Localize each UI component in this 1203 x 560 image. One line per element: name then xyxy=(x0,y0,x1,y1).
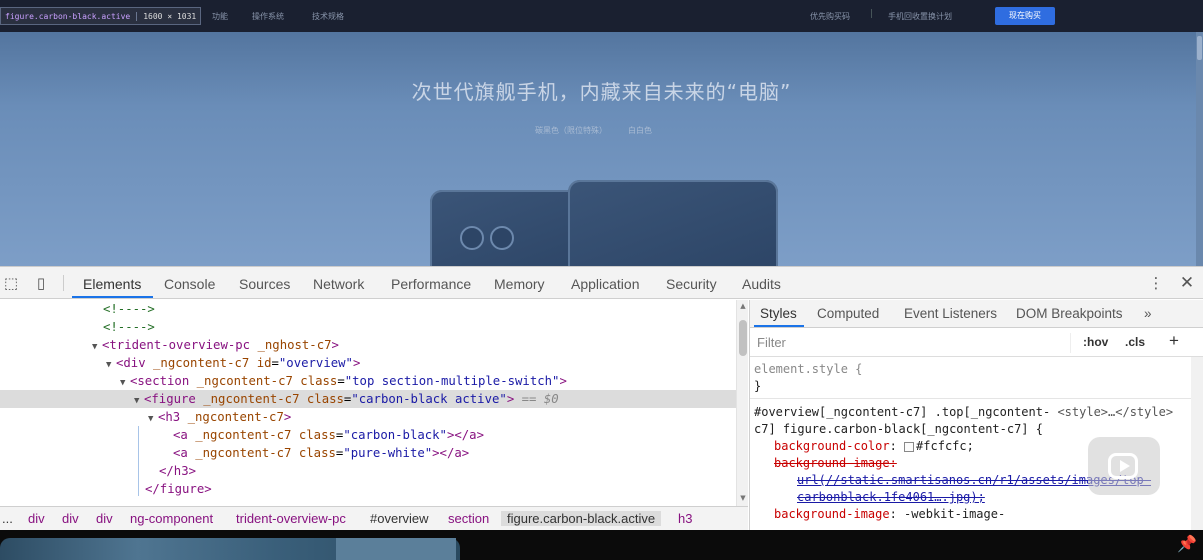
selected-node-ref: == $0 xyxy=(521,392,559,406)
phone-image-front xyxy=(568,180,778,266)
breadcrumb-h3[interactable]: h3 xyxy=(678,511,692,526)
tab-elements[interactable]: Elements xyxy=(83,276,141,292)
styles-sidebar: Styles Computed Event Listeners DOM Brea… xyxy=(749,300,1203,531)
website-viewport: figure.carbon-black.active 1600 × 1031 功… xyxy=(0,0,1203,266)
site-scrollbar-thumb[interactable] xyxy=(1197,36,1202,60)
tab-network[interactable]: Network xyxy=(313,276,364,292)
css-prop-background-color[interactable]: background-color xyxy=(774,439,890,453)
site-scrollbar[interactable] xyxy=(1196,32,1203,266)
tree-node-comment[interactable]: <!----> xyxy=(0,300,736,318)
video-progress-strip[interactable]: 📌 xyxy=(0,530,1203,560)
tab-computed[interactable]: Computed xyxy=(817,306,879,321)
tree-node-trident-overview-pc[interactable]: ▼ <trident-overview-pc _nghost-c7> xyxy=(0,336,736,354)
tab-styles[interactable]: Styles xyxy=(760,306,797,321)
tree-indent-guide xyxy=(138,426,139,496)
breadcrumb-div[interactable]: div xyxy=(28,511,45,526)
breadcrumb-trident-overview-pc[interactable]: trident-overview-pc xyxy=(236,511,346,526)
more-tabs-icon[interactable]: » xyxy=(1144,306,1152,321)
elements-dom-tree: <!----> <!----> ▼ <trident-overview-pc _n… xyxy=(0,300,748,506)
devtools-panel: ⬚ ▯ Elements Console Sources Network Per… xyxy=(0,266,1203,531)
elements-scrollbar-thumb[interactable] xyxy=(739,320,747,356)
inspect-tooltip-size: 1600 × 1031 xyxy=(136,11,196,21)
tab-performance[interactable]: Performance xyxy=(391,276,471,292)
tree-node-h3[interactable]: ▼ <h3 _ngcontent-c7> xyxy=(0,408,736,426)
rule-source-link[interactable]: <style>…</style> xyxy=(1057,405,1173,419)
inspect-tooltip-selector: figure.carbon-black.active xyxy=(5,11,131,21)
tree-node-section[interactable]: ▼ <section _ngcontent-c7 class="top secti… xyxy=(0,372,736,390)
rule-divider xyxy=(750,398,1203,399)
camera-lens-icon xyxy=(460,226,484,250)
breadcrumb-div[interactable]: div xyxy=(62,511,79,526)
add-rule-icon[interactable]: + xyxy=(1169,331,1179,351)
tab-memory[interactable]: Memory xyxy=(494,276,545,292)
tree-node-h3-close[interactable]: </h3> xyxy=(0,462,736,480)
devtools-tab-bar: ⬚ ▯ Elements Console Sources Network Per… xyxy=(0,267,1203,299)
tree-node-figure-selected[interactable]: ▼ <figure _ngcontent-c7 class="carbon-bla… xyxy=(0,390,736,408)
nav-link-trade-in[interactable]: 手机回收置换计划 xyxy=(888,11,952,22)
tab-sources[interactable]: Sources xyxy=(239,276,290,292)
site-nav-bar: figure.carbon-black.active 1600 × 1031 功… xyxy=(0,0,1203,32)
tab-audits[interactable]: Audits xyxy=(742,276,781,292)
breadcrumb-section[interactable]: section xyxy=(448,511,489,526)
color-option-carbon-black[interactable]: 碳黑色（限位特殊） xyxy=(535,125,607,136)
buy-now-button[interactable]: 现在购买 xyxy=(995,7,1055,25)
tree-node-comment[interactable]: <!----> xyxy=(0,318,736,336)
hover-state-toggle[interactable]: :hov xyxy=(1083,335,1108,349)
styles-scrollbar[interactable] xyxy=(1191,357,1203,531)
tree-node-div-overview[interactable]: ▼ <div _ngcontent-c7 id="overview"> xyxy=(0,354,736,372)
nav-divider: | xyxy=(870,9,874,19)
inspect-tooltip: figure.carbon-black.active 1600 × 1031 xyxy=(0,7,202,25)
styles-filter-bar: Filter :hov .cls + xyxy=(750,329,1203,357)
nav-link-os[interactable]: 操作系统 xyxy=(252,11,284,22)
tree-node-a-pure-white[interactable]: <a _ngcontent-c7 class="pure-white"></a> xyxy=(0,444,736,462)
scroll-down-icon[interactable]: ▼ xyxy=(739,494,747,502)
pin-icon[interactable]: 📌 xyxy=(1177,534,1197,553)
kebab-menu-icon[interactable]: ⋮ xyxy=(1146,273,1166,293)
css-prop-background-image-overridden[interactable]: background-image xyxy=(774,456,890,470)
tree-node-a-carbon-black[interactable]: <a _ngcontent-c7 class="carbon-black"></… xyxy=(0,426,736,444)
element-style-close: } xyxy=(754,379,762,393)
color-option-white[interactable]: 白白色 xyxy=(628,125,652,136)
nav-link-specs[interactable]: 技术规格 xyxy=(312,11,344,22)
tab-application[interactable]: Application xyxy=(571,276,640,292)
close-icon[interactable]: ✕ xyxy=(1177,273,1197,293)
css-val-background-color[interactable]: #fcfcfc; xyxy=(916,439,974,453)
breadcrumb-overview[interactable]: #overview xyxy=(370,511,429,526)
video-play-icon[interactable] xyxy=(1088,437,1160,495)
rule-selector: #overview[_ngcontent-c7] .top[_ngcontent… xyxy=(754,405,1051,419)
nav-link-features[interactable]: 功能 xyxy=(212,11,228,22)
elements-scrollbar[interactable]: ▲ ▼ xyxy=(736,300,748,506)
tab-dom-breakpoints[interactable]: DOM Breakpoints xyxy=(1016,306,1123,321)
class-toggle[interactable]: .cls xyxy=(1125,335,1145,349)
breadcrumb-div[interactable]: div xyxy=(96,511,113,526)
styles-tab-bar: Styles Computed Event Listeners DOM Brea… xyxy=(750,300,1203,328)
tab-console[interactable]: Console xyxy=(164,276,215,292)
tree-node-figure-close[interactable]: </figure> xyxy=(0,480,736,498)
rule-selector-cont: c7] figure.carbon-black[_ngcontent-c7] { xyxy=(754,422,1043,436)
tab-event-listeners[interactable]: Event Listeners xyxy=(904,306,997,321)
css-val-background-image-url-cont[interactable]: carbonblack.1fe4061….jpg); xyxy=(797,490,985,504)
breadcrumb: ... div div div ng-component trident-ove… xyxy=(0,506,748,531)
active-tab-indicator xyxy=(72,296,153,298)
breadcrumb-figure-selected[interactable]: figure.carbon-black.active xyxy=(501,511,662,526)
device-toggle-icon[interactable]: ▯ xyxy=(31,273,51,293)
element-style-selector: element.style { xyxy=(754,362,863,376)
styles-filter-input[interactable]: Filter xyxy=(753,333,1071,353)
hero-title: 次世代旗舰手机，内藏来自未来的“电脑” xyxy=(411,80,792,104)
nav-link-priority-code[interactable]: 优先购买码 xyxy=(810,11,850,22)
active-styles-tab-indicator xyxy=(754,325,804,327)
breadcrumb-ellipsis[interactable]: ... xyxy=(2,511,13,526)
phone-image-back xyxy=(430,190,590,266)
css-prop-background-image[interactable]: background-image xyxy=(774,507,890,521)
element-style-rule[interactable]: element.style { } xyxy=(754,361,862,395)
breadcrumb-ng-component[interactable]: ng-component xyxy=(130,511,213,526)
scroll-up-icon[interactable]: ▲ xyxy=(739,302,747,310)
camera-lens-icon xyxy=(490,226,514,250)
color-swatch-icon[interactable] xyxy=(904,441,915,452)
css-val-background-image[interactable]: -webkit-image- xyxy=(904,507,1005,521)
cursor-select-icon[interactable]: ⬚ xyxy=(1,273,21,293)
toolbar-divider xyxy=(63,275,64,291)
progress-wave-highlight xyxy=(336,538,456,560)
tab-security[interactable]: Security xyxy=(666,276,717,292)
